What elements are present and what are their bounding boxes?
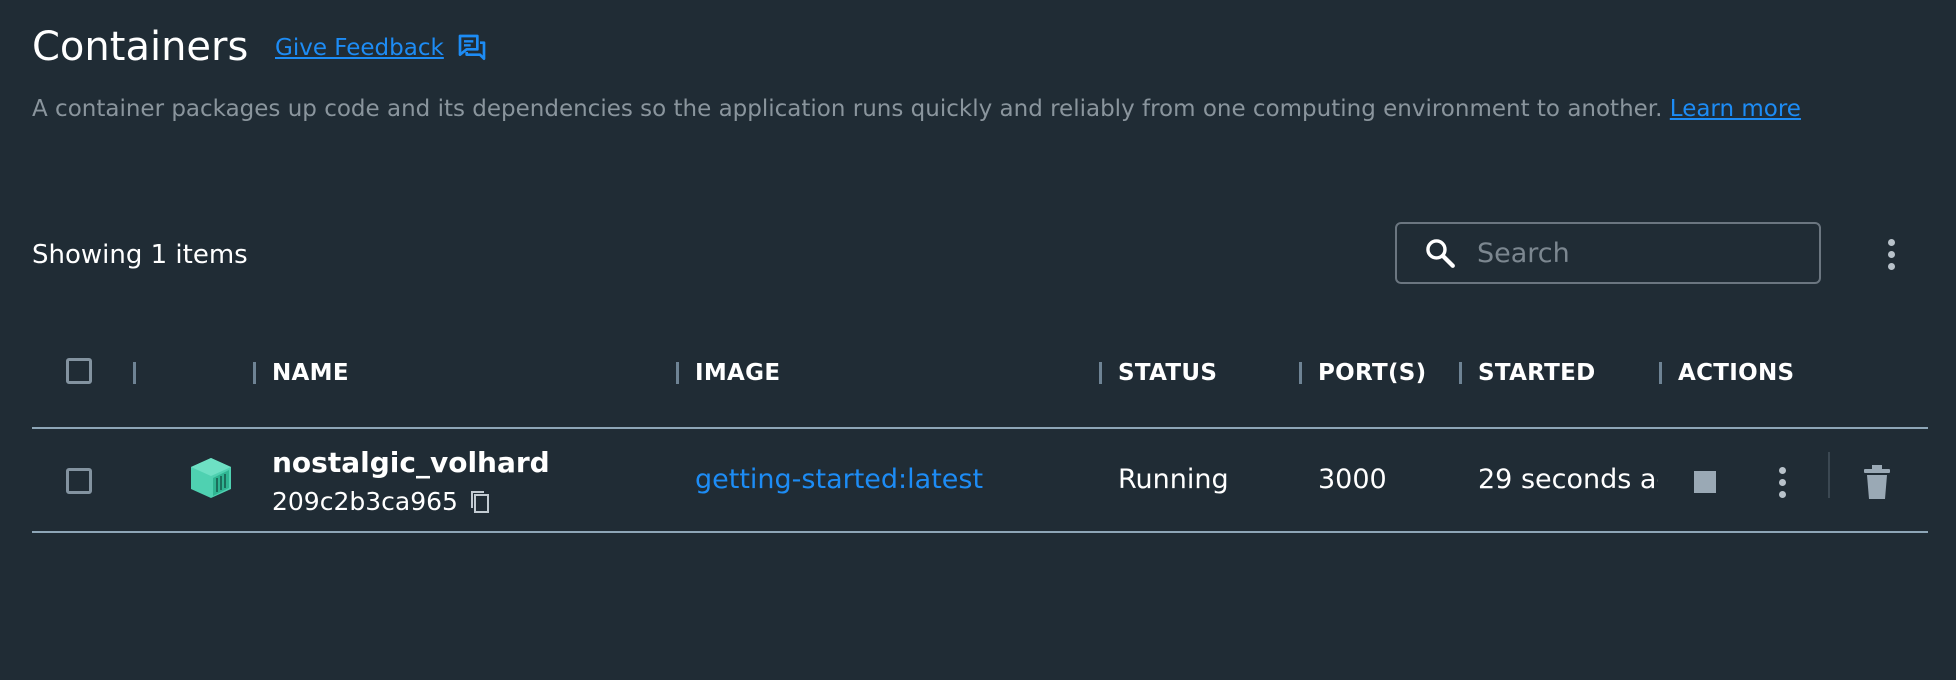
container-id: 209c2b3ca965 bbox=[272, 486, 492, 518]
row-divider bbox=[32, 531, 1928, 533]
description-text: A container packages up code and its dep… bbox=[32, 96, 1663, 122]
column-divider[interactable] bbox=[1459, 362, 1462, 384]
copy-icon[interactable] bbox=[468, 489, 492, 515]
header-divider bbox=[32, 427, 1928, 429]
ports-text[interactable]: 3000 bbox=[1318, 462, 1387, 498]
page-title: Containers bbox=[32, 24, 249, 70]
give-feedback-label: Give Feedback bbox=[275, 35, 444, 61]
status-text: Running bbox=[1118, 464, 1229, 495]
search-box[interactable] bbox=[1395, 222, 1821, 284]
containers-page: Containers Give Feedback A container pac… bbox=[0, 0, 1956, 680]
column-divider[interactable] bbox=[253, 362, 256, 384]
container-name[interactable]: nostalgic_volhard bbox=[272, 445, 550, 481]
page-description: A container packages up code and its dep… bbox=[32, 94, 1801, 124]
chat-bubbles-icon bbox=[458, 34, 486, 60]
column-header-ports[interactable]: PORT(S) bbox=[1318, 358, 1426, 388]
give-feedback-link[interactable]: Give Feedback bbox=[275, 32, 488, 64]
trash-icon[interactable] bbox=[1862, 464, 1892, 500]
table-options-button[interactable] bbox=[1878, 234, 1904, 274]
column-divider[interactable] bbox=[133, 362, 136, 384]
vertical-dots-icon bbox=[1887, 238, 1895, 246]
container-cube-icon bbox=[191, 458, 231, 498]
column-divider[interactable] bbox=[1659, 362, 1662, 384]
item-count: Showing 1 items bbox=[32, 240, 248, 270]
column-header-status[interactable]: STATUS bbox=[1118, 358, 1217, 388]
row-more-button[interactable] bbox=[1770, 462, 1794, 502]
column-header-actions: ACTIONS bbox=[1678, 360, 1795, 386]
image-link[interactable]: getting-started:latest bbox=[695, 462, 983, 498]
row-checkbox[interactable] bbox=[66, 468, 92, 494]
column-header-started[interactable]: STARTED bbox=[1478, 358, 1596, 388]
stop-button[interactable] bbox=[1694, 471, 1716, 493]
learn-more-link[interactable]: Learn more bbox=[1670, 96, 1801, 122]
search-input[interactable] bbox=[1475, 236, 1799, 270]
vertical-dots-icon bbox=[1778, 466, 1786, 474]
container-id-text: 209c2b3ca965 bbox=[272, 487, 458, 516]
select-all-checkbox[interactable] bbox=[66, 358, 92, 384]
column-header-name[interactable]: NAME bbox=[272, 358, 349, 388]
column-divider[interactable] bbox=[1099, 362, 1102, 384]
started-text: 29 seconds ago bbox=[1478, 464, 1658, 495]
column-header-image[interactable]: IMAGE bbox=[695, 358, 780, 388]
column-divider[interactable] bbox=[676, 362, 679, 384]
action-divider bbox=[1828, 452, 1830, 498]
search-icon bbox=[1426, 239, 1455, 268]
column-divider[interactable] bbox=[1299, 362, 1302, 384]
